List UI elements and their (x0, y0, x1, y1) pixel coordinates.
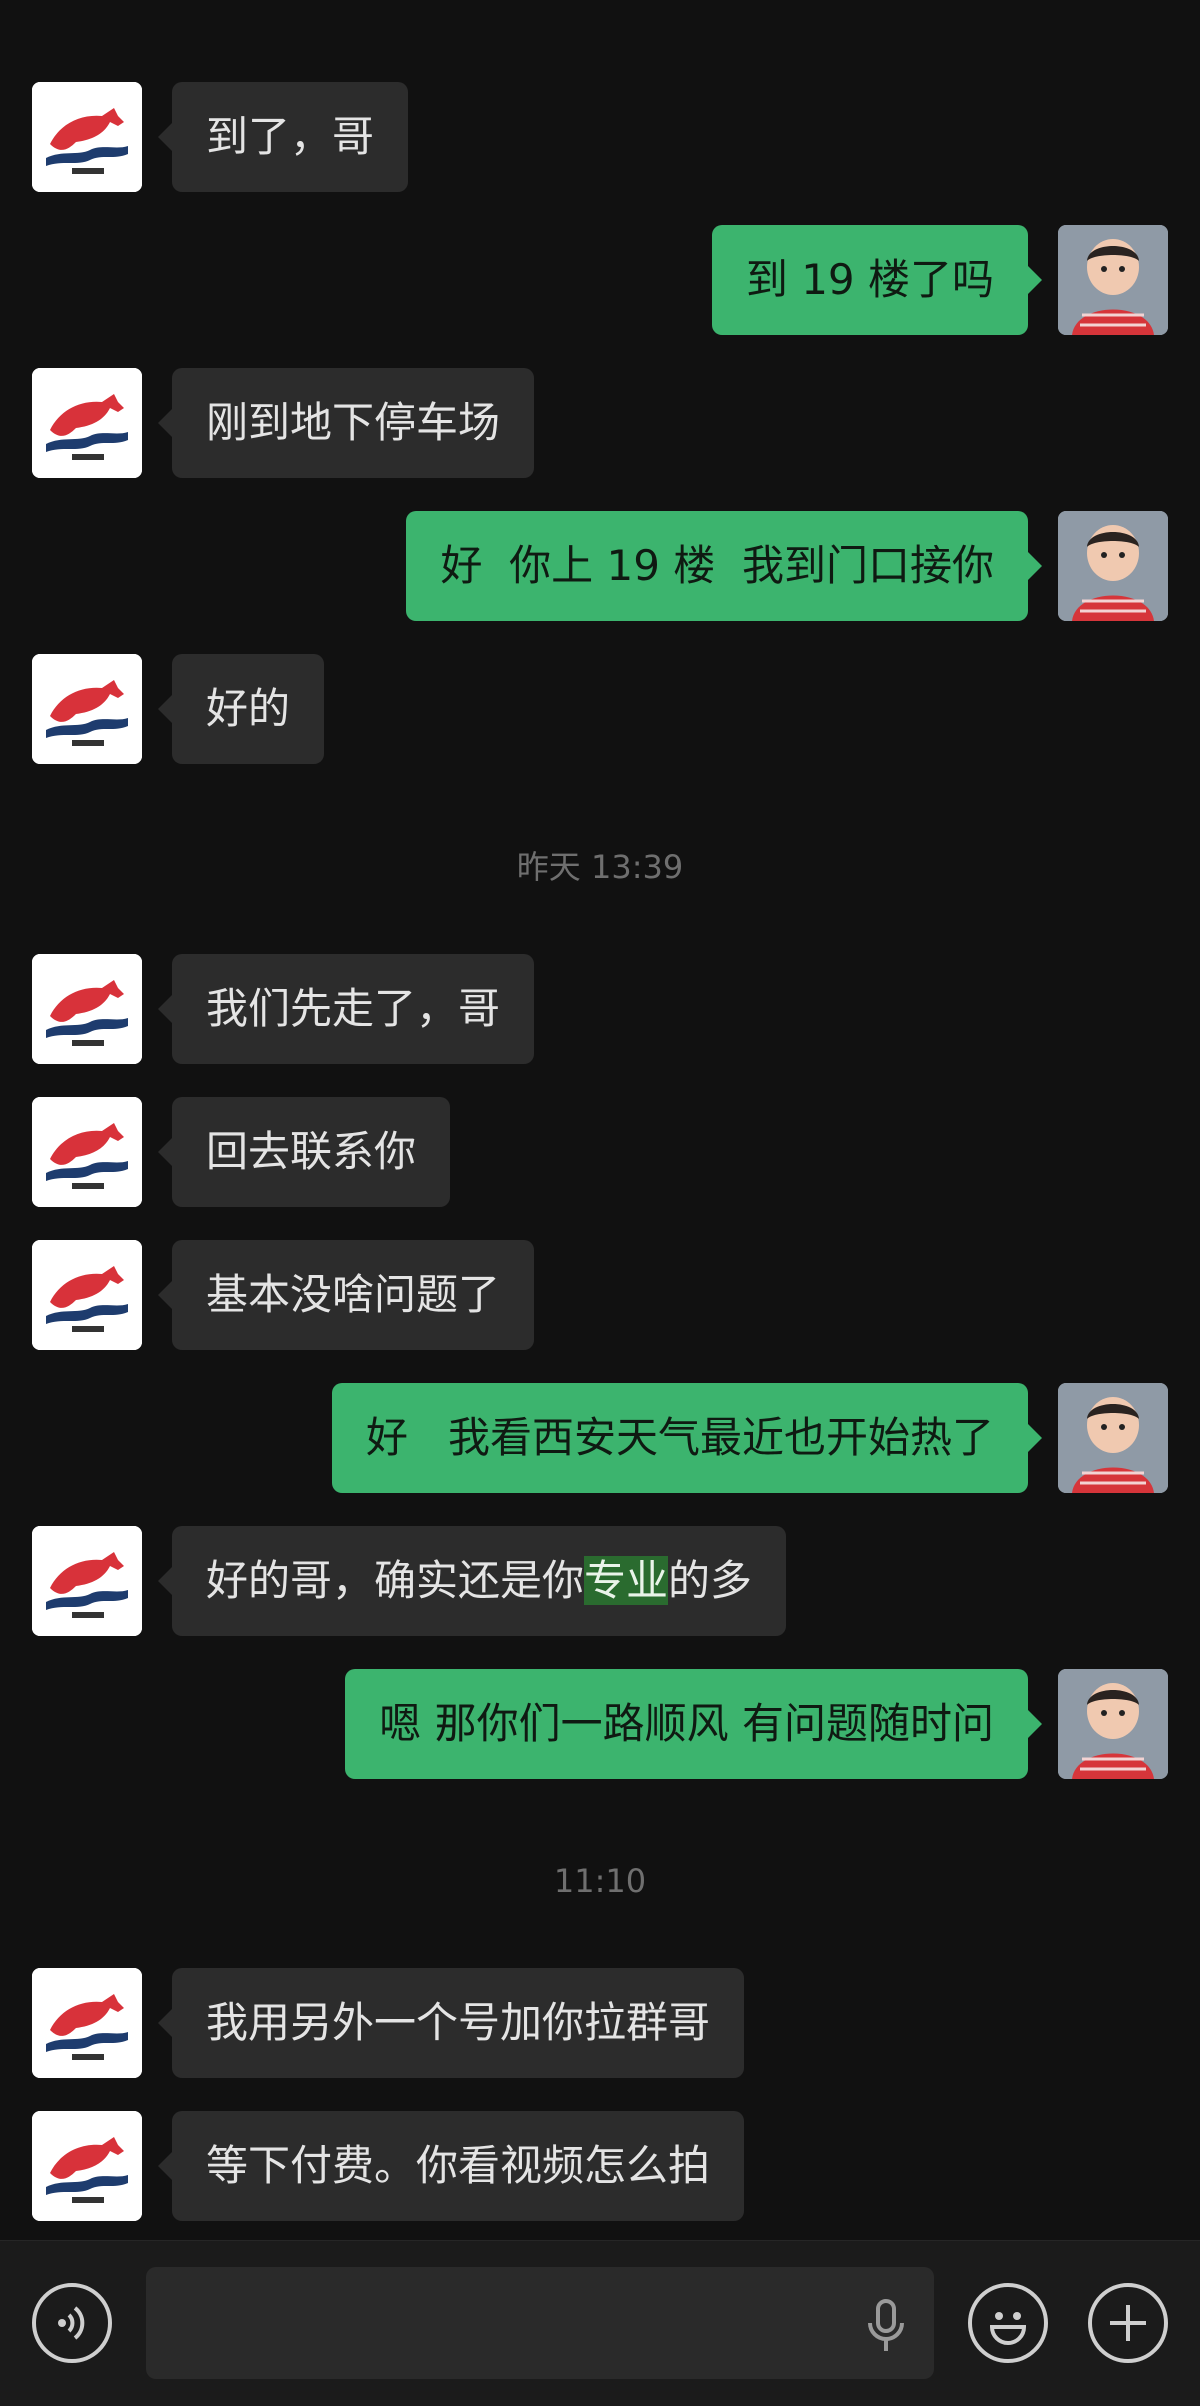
message-bubble[interactable]: 到了，哥 (157, 82, 409, 192)
child-photo-icon (1058, 511, 1168, 621)
message-incoming[interactable]: 好的 (0, 654, 1200, 766)
voice-mode-button[interactable] (32, 2283, 112, 2363)
message-bubble[interactable]: 回去联系你 (157, 1097, 451, 1207)
message-incoming[interactable]: 回去联系你 (0, 1097, 1200, 1209)
horse-logo-icon (32, 1526, 142, 1636)
message-incoming[interactable]: 我们先走了，哥 (0, 954, 1200, 1066)
message-bubble[interactable]: 我用另外一个号加你拉群哥 (157, 1968, 745, 2078)
message-outgoing[interactable]: 到 19 楼了吗 (0, 225, 1200, 337)
self-avatar[interactable] (1058, 1383, 1168, 1493)
message-incoming[interactable]: 好的哥，确实还是你专业的多 (0, 1526, 1200, 1638)
contact-avatar[interactable] (32, 954, 142, 1064)
child-photo-icon (1058, 1669, 1168, 1779)
horse-logo-icon (32, 1968, 142, 2078)
message-incoming[interactable]: 到了，哥 (0, 82, 1200, 194)
message-bubble[interactable]: 好的 (157, 654, 325, 764)
highlighted-text: 专业 (584, 1556, 669, 1605)
self-avatar[interactable] (1058, 511, 1168, 621)
emoji-icon (989, 2312, 1027, 2345)
contact-avatar[interactable] (32, 1240, 142, 1350)
self-avatar[interactable] (1058, 225, 1168, 335)
horse-logo-icon (32, 654, 142, 764)
horse-logo-icon (32, 1240, 142, 1350)
plus-icon (1110, 2305, 1146, 2341)
message-bubble[interactable]: 嗯 那你们一路顺风 有问题随时问 (345, 1669, 1042, 1779)
message-bubble[interactable]: 好 你上 19 楼 我到门口接你 (406, 511, 1042, 621)
self-avatar[interactable] (1058, 1669, 1168, 1779)
message-text: 好的哥，确实还是你 (206, 1556, 585, 1605)
horse-logo-icon (32, 2111, 142, 2221)
input-bar (0, 2240, 1200, 2406)
more-button[interactable] (1088, 2283, 1168, 2363)
message-outgoing[interactable]: 好 你上 19 楼 我到门口接你 (0, 511, 1200, 623)
message-bubble[interactable]: 基本没啥问题了 (157, 1240, 535, 1350)
microphone-icon[interactable] (862, 2299, 910, 2353)
message-incoming[interactable]: 刚到地下停车场 (0, 368, 1200, 480)
child-photo-icon (1058, 1383, 1168, 1493)
horse-logo-icon (32, 82, 142, 192)
message-bubble[interactable]: 刚到地下停车场 (157, 368, 535, 478)
message-text: 的多 (668, 1556, 753, 1605)
contact-avatar[interactable] (32, 654, 142, 764)
child-photo-icon (1058, 225, 1168, 335)
message-bubble[interactable]: 到 19 楼了吗 (711, 225, 1043, 335)
message-bubble[interactable]: 我们先走了，哥 (157, 954, 535, 1064)
timestamp: 11:10 (553, 1862, 647, 1900)
message-bubble[interactable]: 等下付费。你看视频怎么拍 (157, 2111, 745, 2221)
timestamp: 昨天 13:39 (516, 848, 684, 886)
emoji-button[interactable] (968, 2283, 1048, 2363)
contact-avatar[interactable] (32, 2111, 142, 2221)
message-bubble[interactable]: 好 我看西安天气最近也开始热了 (331, 1383, 1043, 1493)
contact-avatar[interactable] (32, 1097, 142, 1207)
horse-logo-icon (32, 1097, 142, 1207)
contact-avatar[interactable] (32, 368, 142, 478)
horse-logo-icon (32, 368, 142, 478)
chat-history[interactable]: 到了，哥 到 19 楼了吗 刚到地下停车场 好 你上 19 楼 我到门口接你 好… (0, 0, 1200, 2240)
message-incoming[interactable]: 等下付费。你看视频怎么拍 (0, 2111, 1200, 2223)
contact-avatar[interactable] (32, 82, 142, 192)
message-bubble[interactable]: 好的哥，确实还是你专业的多 (157, 1526, 787, 1636)
message-input[interactable] (146, 2267, 934, 2379)
message-outgoing[interactable]: 好 我看西安天气最近也开始热了 (0, 1383, 1200, 1495)
horse-logo-icon (32, 954, 142, 1064)
voice-mode-icon (58, 2306, 85, 2340)
message-incoming[interactable]: 基本没啥问题了 (0, 1240, 1200, 1352)
contact-avatar[interactable] (32, 1968, 142, 2078)
message-outgoing[interactable]: 嗯 那你们一路顺风 有问题随时问 (0, 1669, 1200, 1781)
message-incoming[interactable]: 我用另外一个号加你拉群哥 (0, 1968, 1200, 2080)
contact-avatar[interactable] (32, 1526, 142, 1636)
